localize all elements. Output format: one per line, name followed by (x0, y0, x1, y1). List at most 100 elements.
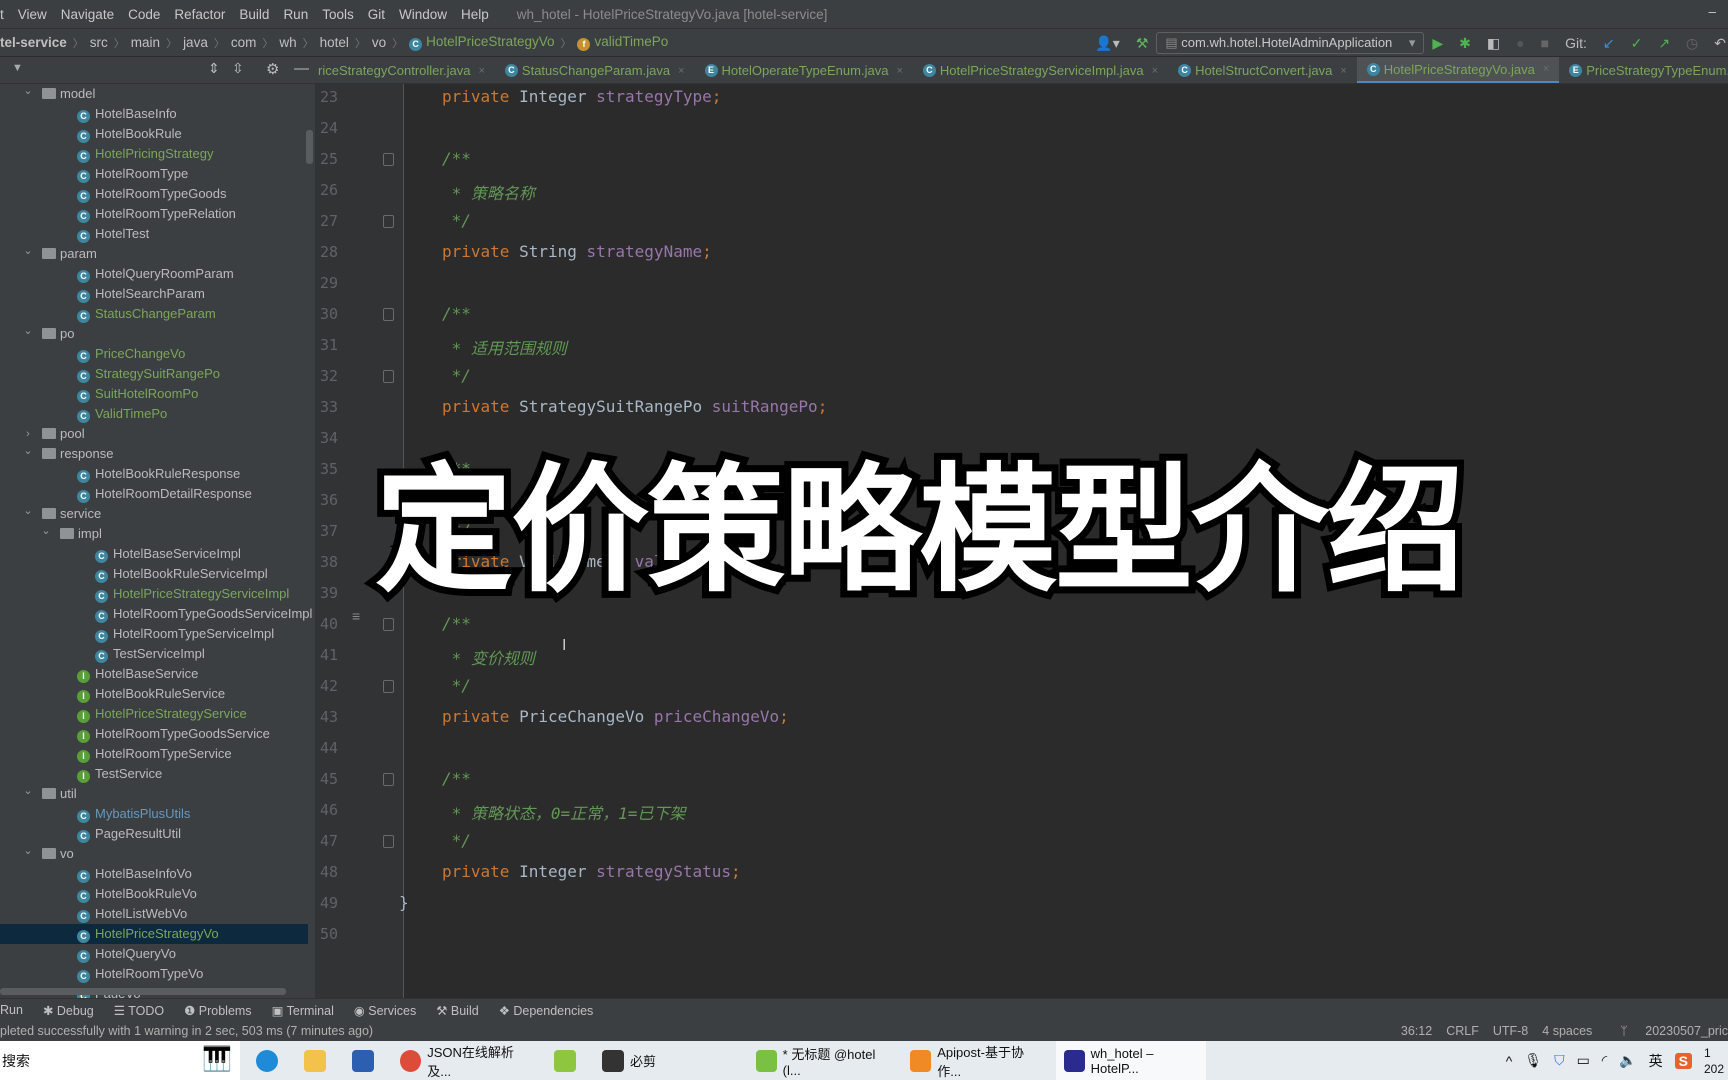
tree-item[interactable]: C HotelBookRuleVo (0, 884, 308, 904)
taskbar-app[interactable]: * 无标题 @hotel (l... (748, 1041, 898, 1080)
menu-item-t[interactable]: t (0, 7, 4, 22)
fold-end-icon[interactable] (383, 835, 394, 848)
tree-item[interactable]: I HotelRoomTypeGoodsService (0, 724, 308, 744)
tree-item[interactable]: C HotelRoomType (0, 164, 308, 184)
tree-item[interactable]: ⌄ util (0, 784, 308, 804)
clock[interactable]: 1 202 (1704, 1045, 1724, 1077)
taskbar-search[interactable]: 搜索 🎹 (0, 1041, 240, 1080)
tree-item[interactable]: C HotelListWebVo (0, 904, 308, 924)
menu-item-build[interactable]: Build (239, 7, 269, 22)
git-branch[interactable]: ᛘ 20230507_pric (1606, 1021, 1728, 1041)
breadcrumb-item[interactable]: wh (279, 35, 296, 50)
tab-hoteloperatetypeenum[interactable]: E HotelOperateTypeEnum.java × (695, 57, 913, 83)
chevron-down-icon[interactable]: ⌄ (22, 321, 34, 341)
stop-icon[interactable]: ■ (1541, 35, 1549, 51)
sogou-input-icon[interactable]: S (1674, 1052, 1692, 1069)
coverage-icon[interactable]: ◧ (1487, 35, 1500, 52)
tree-item[interactable]: I HotelPriceStrategyService (0, 704, 308, 724)
tool-window-debug[interactable]: ✱ Debug (43, 1003, 94, 1018)
menu-item-refactor[interactable]: Refactor (174, 7, 225, 22)
line-separator[interactable]: CRLF (1446, 1021, 1479, 1041)
taskbar-app[interactable] (296, 1041, 340, 1080)
fold-collapse-icon[interactable] (383, 773, 394, 786)
tree-item[interactable]: C HotelTest (0, 224, 308, 244)
chevron-down-icon[interactable]: ⌄ (22, 241, 34, 261)
tree-item[interactable]: C HotelSearchParam (0, 284, 308, 304)
breadcrumb-item[interactable]: main (131, 35, 160, 50)
tree-item[interactable]: C HotelQueryVo (0, 944, 308, 964)
breadcrumb-field[interactable]: f validTimePo (577, 34, 668, 51)
tool-window-todo[interactable]: ☰ TODO (114, 1003, 164, 1018)
fold-end-icon[interactable] (383, 215, 394, 228)
caret-position[interactable]: 36:12 (1401, 1021, 1432, 1041)
battery-icon[interactable]: ▭ (1577, 1052, 1590, 1069)
build-hammer-icon[interactable]: ⚒ (1136, 35, 1149, 52)
menu-item-help[interactable]: Help (461, 7, 489, 22)
shield-icon[interactable]: ⛉ (1554, 1052, 1565, 1069)
microphone-icon[interactable]: 🎙 (1524, 1052, 1542, 1069)
tree-item[interactable]: C HotelRoomTypeGoods (0, 184, 308, 204)
tree-item[interactable]: C PriceChangeVo (0, 344, 308, 364)
tree-item[interactable]: C HotelPriceStrategyVo (0, 924, 308, 944)
fold-collapse-icon[interactable] (383, 153, 394, 166)
tree-item[interactable]: C StrategySuitRangePo (0, 364, 308, 384)
tree-item[interactable]: ⌄ po (0, 324, 308, 344)
taskbar-app[interactable]: Apipost-基于协作... (902, 1041, 1052, 1080)
run-configuration-select[interactable]: ▤ com.wh.hotel.HotelAdminApplication ▾ (1156, 32, 1425, 54)
tree-item[interactable]: C HotelPricingStrategy (0, 144, 308, 164)
tree-item[interactable]: ⌄ vo (0, 844, 308, 864)
collapse-all-icon[interactable]: ⇳ (232, 60, 244, 77)
taskbar-app[interactable] (248, 1041, 292, 1080)
expand-all-icon[interactable]: ⇕ (208, 60, 220, 77)
menu-item-git[interactable]: Git (368, 7, 385, 22)
tab-hotelpricestrategyserviceimpl[interactable]: C HotelPriceStrategyServiceImpl.java × (913, 57, 1168, 83)
tree-item[interactable]: I TestService (0, 764, 308, 784)
chevron-down-icon[interactable]: ⌄ (22, 84, 34, 101)
sidebar-horizontal-scrollbar[interactable] (0, 988, 286, 995)
tool-window-services[interactable]: ◉ Services (354, 1003, 416, 1018)
breadcrumb-item[interactable]: src (90, 35, 108, 50)
tree-item[interactable]: C SuitHotelRoomPo (0, 384, 308, 404)
menu-item-tools[interactable]: Tools (322, 7, 354, 22)
tree-item[interactable]: C StatusChangeParam (0, 304, 308, 324)
taskbar-app[interactable] (344, 1041, 388, 1080)
menu-item-run[interactable]: Run (283, 7, 308, 22)
tree-item[interactable]: C TestServiceImpl (0, 644, 308, 664)
taskbar-app[interactable]: wh_hotel – HotelP... (1056, 1041, 1206, 1080)
tool-window-problems[interactable]: ❶ Problems (184, 1003, 251, 1018)
run-icon[interactable]: ▶ (1432, 35, 1443, 52)
tab-pricestrategytypeenum[interactable]: EPriceStrategyTypeEnum.java× (1559, 57, 1728, 83)
fold-end-icon[interactable] (383, 680, 394, 693)
taskbar-app[interactable]: 必剪 (594, 1041, 744, 1080)
tree-item[interactable]: I HotelBookRuleService (0, 684, 308, 704)
tree-item[interactable]: C PageResultUtil (0, 824, 308, 844)
tool-window-terminal[interactable]: ▣ Terminal (272, 1003, 334, 1018)
indent-setting[interactable]: 4 spaces (1542, 1021, 1592, 1041)
taskbar-app[interactable] (546, 1041, 590, 1080)
git-push-icon[interactable]: ↗ (1658, 35, 1670, 52)
fold-collapse-icon[interactable] (383, 308, 394, 321)
breadcrumb-item[interactable]: tel-service (0, 35, 67, 50)
tree-item[interactable]: C HotelRoomTypeVo (0, 964, 308, 984)
menu-item-view[interactable]: View (18, 7, 47, 22)
close-icon[interactable]: × (678, 65, 684, 77)
close-icon[interactable]: × (1340, 65, 1346, 77)
breadcrumb-class[interactable]: C HotelPriceStrategyVo (409, 34, 554, 51)
chevron-up-icon[interactable]: ^ (1506, 1053, 1513, 1069)
tree-item[interactable]: ⌄ param (0, 244, 308, 264)
tree-item[interactable]: C HotelBaseInfo (0, 104, 308, 124)
breadcrumb-item[interactable]: com (231, 35, 257, 50)
tree-item[interactable]: C HotelBookRule (0, 124, 308, 144)
file-encoding[interactable]: UTF-8 (1493, 1021, 1528, 1041)
close-icon[interactable]: × (896, 65, 902, 77)
tree-item[interactable]: C MybatisPlusUtils (0, 804, 308, 824)
tree-item[interactable]: C HotelRoomTypeRelation (0, 204, 308, 224)
close-icon[interactable]: × (1543, 63, 1549, 75)
tab-hotelpricestrategyvo[interactable]: C HotelPriceStrategyVo.java × (1356, 57, 1560, 83)
debug-bug-icon[interactable]: ✱ (1459, 35, 1471, 52)
tree-item[interactable]: C HotelRoomTypeServiceImpl (0, 624, 308, 644)
gear-icon[interactable]: ⚙ (266, 60, 279, 78)
menu-item-window[interactable]: Window (399, 7, 447, 22)
tree-item[interactable]: C HotelBaseInfoVo (0, 864, 308, 884)
ime-indicator[interactable]: 英 (1649, 1051, 1663, 1071)
